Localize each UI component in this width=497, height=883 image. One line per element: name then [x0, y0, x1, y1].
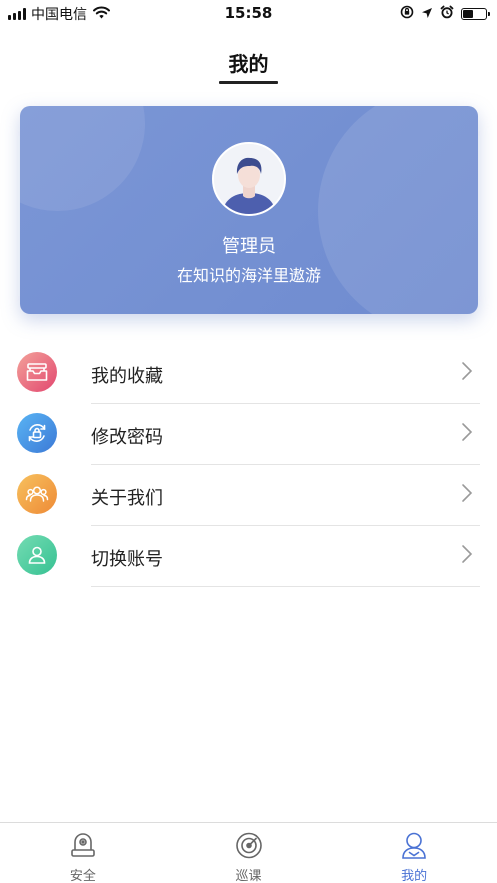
card-decoration-circle [20, 106, 145, 211]
location-arrow-icon [421, 5, 433, 23]
tab-patrol[interactable]: 巡课 [166, 823, 332, 883]
menu-item-label: 我的收藏 [91, 366, 163, 387]
chevron-right-icon [461, 422, 473, 446]
page-title: 我的 [228, 52, 269, 76]
profile-name: 管理员 [222, 236, 276, 257]
camera-icon [69, 832, 97, 863]
menu-item-favorites[interactable]: 我的收藏 [0, 343, 497, 404]
tab-label: 我的 [401, 869, 428, 883]
profile-card[interactable]: 管理员 在知识的海洋里遨游 [20, 106, 478, 314]
chevron-right-icon [461, 361, 473, 385]
chevron-right-icon [461, 483, 473, 507]
menu-item-switch-account[interactable]: 切换账号 [0, 526, 497, 587]
bottom-tab-bar: 安全 巡课 我的 [0, 822, 497, 883]
divider [91, 586, 480, 587]
radar-icon [235, 832, 263, 863]
my-page: 中国电信 15:58 我的 管理员 在知识的海洋里遨游 我的收藏 修改密码 关于… [0, 0, 497, 883]
page-title-underline [219, 81, 278, 84]
menu-item-change-password[interactable]: 修改密码 [0, 404, 497, 465]
battery-level-fill [463, 10, 473, 18]
alarm-clock-icon [440, 5, 454, 23]
lock-refresh-icon [17, 413, 57, 453]
inbox-tray-icon [17, 352, 57, 392]
orientation-lock-icon [400, 5, 414, 23]
tab-label: 安全 [69, 869, 96, 883]
tab-safety[interactable]: 安全 [0, 823, 166, 883]
person-icon [400, 832, 428, 863]
profile-motto: 在知识的海洋里遨游 [176, 266, 321, 285]
chevron-right-icon [461, 544, 473, 568]
menu-item-label: 修改密码 [91, 427, 163, 448]
users-icon [17, 474, 57, 514]
menu-item-label: 关于我们 [91, 488, 163, 509]
tab-mine[interactable]: 我的 [331, 823, 497, 883]
user-avatar-icon[interactable] [212, 142, 286, 216]
user-switch-icon [17, 535, 57, 575]
menu-item-label: 切换账号 [91, 549, 163, 570]
settings-menu: 我的收藏 修改密码 关于我们 切换账号 [0, 343, 497, 587]
battery-icon [461, 8, 490, 20]
status-bar: 中国电信 15:58 [0, 0, 497, 28]
menu-item-about-us[interactable]: 关于我们 [0, 465, 497, 526]
tab-label: 巡课 [235, 869, 262, 883]
status-right [400, 5, 490, 23]
